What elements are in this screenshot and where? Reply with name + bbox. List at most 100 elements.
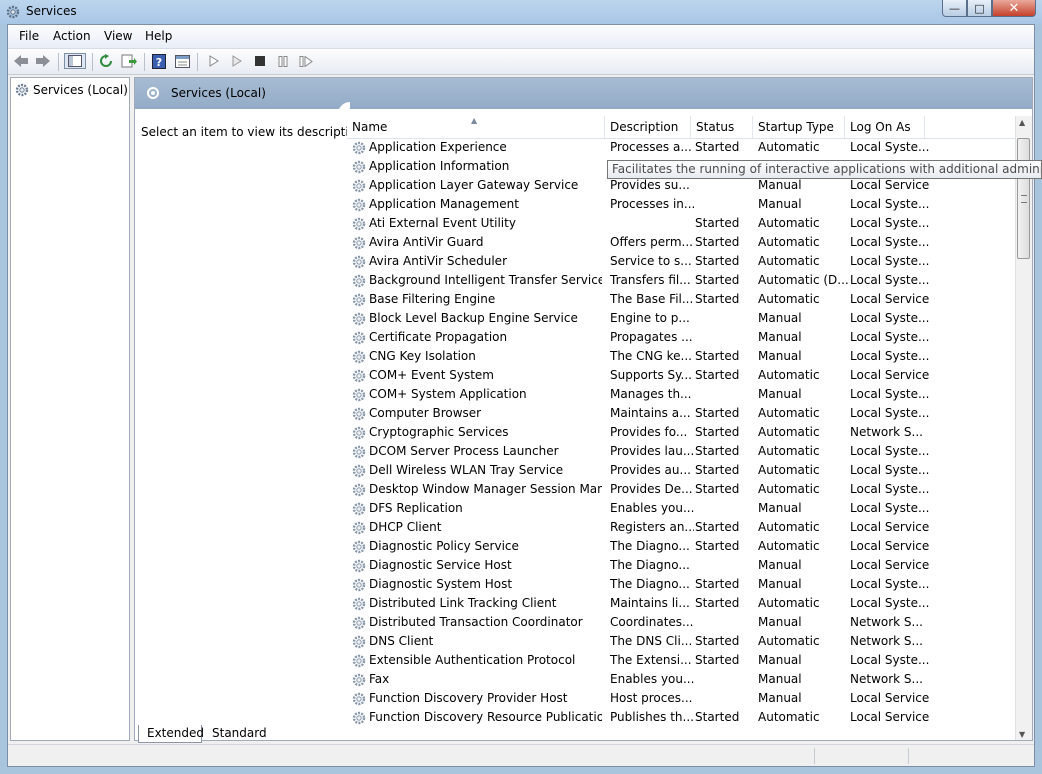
service-name: Base Filtering Engine [369, 292, 496, 306]
service-status [695, 613, 755, 632]
tree-item-services-local[interactable]: Services (Local) [15, 83, 128, 97]
scroll-up-icon[interactable]: ▲ [1019, 118, 1025, 127]
scroll-down-icon[interactable]: ▼ [1019, 730, 1025, 739]
service-log-on-as: Local Service [850, 710, 930, 724]
play-outline-icon [232, 55, 242, 67]
service-row[interactable]: Ati External Event Utility Started Automat… [347, 214, 1017, 233]
service-startup-type: Automatic [758, 596, 820, 610]
service-startup-type: Manual [758, 691, 802, 705]
refresh-button[interactable] [97, 53, 115, 69]
stop-service-button[interactable] [251, 53, 269, 69]
service-log-on-as: Local Syste... [850, 235, 930, 249]
service-row[interactable]: Extensible Authentication Protocol The Ex… [347, 651, 1017, 670]
service-row[interactable]: Block Level Backup Engine Service Engine … [347, 309, 1017, 328]
service-gear-icon [352, 692, 366, 705]
service-row[interactable]: Application Management Processes in... Man… [347, 195, 1017, 214]
tab-extended[interactable]: Extended [138, 725, 204, 743]
properties-button[interactable] [173, 53, 191, 69]
service-status: Started [695, 444, 740, 458]
service-status: Started [695, 235, 740, 249]
help-button[interactable]: ? [150, 53, 168, 69]
service-row[interactable]: COM+ Event System Supports Sy... Started Au… [347, 366, 1017, 385]
service-row[interactable]: Computer Browser Maintains a... Started Aut… [347, 404, 1017, 423]
menu-view[interactable]: View [104, 29, 132, 43]
service-row[interactable]: Certificate Propagation Propagates ... Man… [347, 328, 1017, 347]
column-status[interactable]: Status [691, 116, 753, 138]
service-startup-type: Automatic [758, 444, 820, 458]
service-gear-icon [352, 274, 366, 287]
service-row[interactable]: Avira AntiVir Guard Offers perm... Started… [347, 233, 1017, 252]
forward-button[interactable] [34, 53, 52, 69]
column-log-on-as[interactable]: Log On As [845, 116, 925, 138]
service-log-on-as: Local Syste... [850, 577, 930, 591]
service-log-on-as: Local Syste... [850, 501, 930, 515]
export-list-button[interactable] [120, 53, 138, 69]
pause-service-button[interactable] [274, 53, 292, 69]
column-header: Name ▲ Description Status Startup Type L… [347, 116, 1017, 139]
service-row[interactable]: Fax Enables you... Manual Network S... [347, 670, 1017, 689]
service-status: Started [695, 349, 740, 363]
service-row[interactable]: DFS Replication Enables you... Manual Local… [347, 499, 1017, 518]
start-service-alt-button[interactable] [228, 53, 246, 69]
service-gear-icon [352, 350, 366, 363]
vertical-scrollbar[interactable]: ▲ ▼ [1015, 116, 1032, 740]
tab-standard[interactable]: Standard [204, 725, 274, 743]
column-startup-type[interactable]: Startup Type [753, 116, 845, 138]
service-row[interactable]: Desktop Window Manager Session Manager Pr… [347, 480, 1017, 499]
service-name: Application Experience [369, 140, 507, 154]
show-hide-console-tree-button[interactable] [64, 53, 86, 69]
service-name-cell: Function Discovery Provider Host [352, 689, 602, 708]
service-startup-type: Manual [758, 577, 802, 591]
window-controls: — □ ✕ [942, 0, 1036, 18]
close-button[interactable]: ✕ [992, 0, 1036, 17]
service-row[interactable]: DCOM Server Process Launcher Provides lau… [347, 442, 1017, 461]
service-row[interactable]: Base Filtering Engine The Base Fil... Star… [347, 290, 1017, 309]
service-startup-type: Automatic [758, 425, 820, 439]
service-gear-icon [352, 616, 366, 629]
service-gear-icon [352, 293, 366, 306]
help-icon: ? [152, 53, 166, 69]
start-service-button[interactable] [205, 53, 223, 69]
menu-file[interactable]: File [19, 29, 39, 43]
service-gear-icon [352, 578, 366, 591]
service-row[interactable]: Diagnostic System Host The Diagno... Start… [347, 575, 1017, 594]
service-row[interactable]: COM+ System Application Manages th... Manu… [347, 385, 1017, 404]
service-row[interactable]: DHCP Client Registers an... Started Automat… [347, 518, 1017, 537]
service-row[interactable]: Distributed Link Tracking Client Maintain… [347, 594, 1017, 613]
service-row[interactable]: Avira AntiVir Scheduler Service to s... St… [347, 252, 1017, 271]
service-name-cell: Application Information [352, 157, 602, 176]
column-name[interactable]: Name ▲ [347, 116, 605, 138]
services-list[interactable]: Name ▲ Description Status Startup Type L… [347, 116, 1032, 740]
service-log-on-as: Network S... [850, 634, 923, 648]
service-row[interactable]: Function Discovery Provider Host Host pro… [347, 689, 1017, 708]
service-description: Engine to p... [610, 311, 690, 325]
maximize-button[interactable]: □ [967, 0, 992, 17]
service-description: The Extensi... [610, 653, 692, 667]
service-row[interactable]: Dell Wireless WLAN Tray Service Provides … [347, 461, 1017, 480]
minimize-icon: — [949, 1, 960, 15]
service-row[interactable]: Function Discovery Resource Publication P… [347, 708, 1017, 727]
service-name: Avira AntiVir Scheduler [369, 254, 507, 268]
service-name-cell: DNS Client [352, 632, 602, 651]
service-row[interactable]: Cryptographic Services Provides fo... Star… [347, 423, 1017, 442]
service-row[interactable]: CNG Key Isolation The CNG ke... Started Man… [347, 347, 1017, 366]
service-row[interactable]: Diagnostic Service Host The Diagno... Manu… [347, 556, 1017, 575]
service-name: CNG Key Isolation [369, 349, 476, 363]
service-row[interactable]: Application Experience Processes a... Star… [347, 138, 1017, 157]
service-row[interactable]: DNS Client The DNS Cli... Started Automatic… [347, 632, 1017, 651]
service-name-cell: Ati External Event Utility [352, 214, 602, 233]
service-log-on-as: Local Syste... [850, 463, 930, 477]
service-name-cell: Distributed Transaction Coordinator [352, 613, 602, 632]
service-row[interactable]: Background Intelligent Transfer Service T… [347, 271, 1017, 290]
services-gear-icon [6, 5, 20, 19]
restart-service-button[interactable] [297, 53, 315, 69]
back-button[interactable] [12, 53, 30, 69]
menu-help[interactable]: Help [145, 29, 172, 43]
scroll-thumb[interactable] [1017, 138, 1030, 259]
service-status [695, 670, 755, 689]
minimize-button[interactable]: — [942, 0, 967, 17]
menu-action[interactable]: Action [53, 29, 91, 43]
column-description[interactable]: Description [605, 116, 691, 138]
service-row[interactable]: Diagnostic Policy Service The Diagno... St… [347, 537, 1017, 556]
service-row[interactable]: Distributed Transaction Coordinator Coord… [347, 613, 1017, 632]
